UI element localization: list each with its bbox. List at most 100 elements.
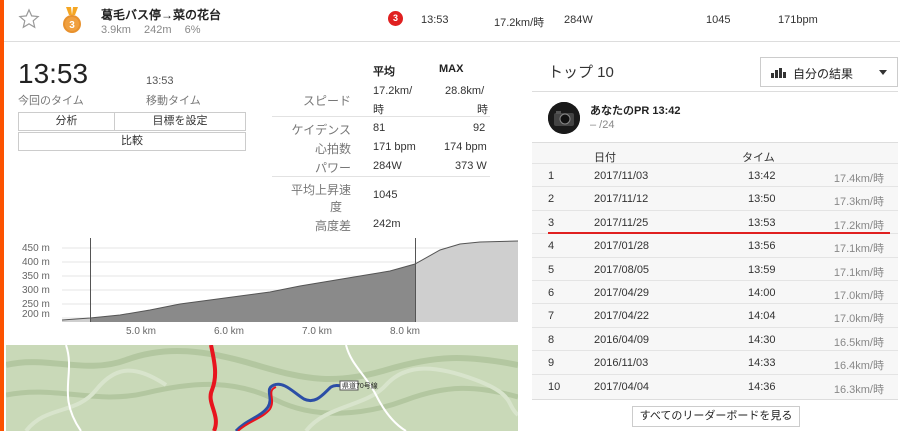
- elevation-chart[interactable]: 450 m 400 m 350 m 300 m 250 m 200 m 5.0 …: [20, 238, 518, 336]
- stat-avg-speed-unit: 時: [373, 104, 384, 116]
- moving-time-label: 移動タイム: [146, 95, 201, 107]
- time-cell: 14:00: [748, 287, 776, 299]
- date-cell: 2016/11/03: [594, 357, 649, 370]
- date-cell: 2017/04/04: [594, 380, 650, 393]
- rank-cell: 5: [548, 263, 555, 276]
- speed-cell: 17.1km/時: [833, 243, 884, 256]
- time-cell: 14:33: [748, 357, 776, 370]
- date-cell: 2017/01/28: [594, 240, 650, 253]
- medal-icon: 3: [63, 7, 81, 33]
- table-row[interactable]: 1 2017/11/03 13:42 17.4km/時: [532, 163, 898, 187]
- segment-name[interactable]: 葛毛バス停→菜の花台: [101, 6, 221, 23]
- stat-max-speed: 28.8km/: [445, 85, 485, 97]
- pr-rank: – /24: [590, 119, 615, 131]
- date-cell: 2016/04/09: [594, 333, 650, 346]
- stat-label-heartrate: 心拍数: [314, 142, 351, 156]
- x-tick: 8.0 km: [390, 326, 420, 336]
- date-cell: 2017/04/29: [594, 287, 650, 299]
- stat-avg-elevation: 242m: [373, 218, 401, 230]
- time-cell: 13:53: [748, 216, 776, 229]
- leaderboard-footer: すべてのリーダーボードを見る: [532, 399, 898, 431]
- rank-cell: 10: [548, 380, 561, 393]
- stat-avg-speed: 17.2km/: [373, 85, 413, 97]
- speed-cell: 16.3km/時: [833, 383, 884, 396]
- segment-row[interactable]: 3 葛毛バス停→菜の花台 3.9km 242m 6% 3 13:53 17.2k…: [4, 0, 900, 42]
- pr-title: あなたのPR 13:42: [590, 105, 681, 117]
- accent-bar: [0, 0, 4, 431]
- time-cell: 13:42: [748, 170, 776, 182]
- date-cell: 2017/11/03: [594, 170, 649, 182]
- table-row[interactable]: 3 2017/11/25 13:53 17.2km/時: [532, 209, 898, 234]
- stat-label-vam-2: 度: [329, 200, 342, 214]
- time-cell: 14:04: [748, 310, 776, 323]
- stats-head-max: MAX: [439, 63, 464, 75]
- stat-label-elevation: 高度差: [314, 219, 351, 233]
- time-cell: 13:59: [748, 263, 776, 276]
- star-icon[interactable]: [18, 8, 40, 30]
- rank-cell: 3: [548, 216, 555, 229]
- moving-time: 13:53: [146, 75, 174, 87]
- stat-label-cadence: ケイデンス: [291, 123, 351, 137]
- table-row[interactable]: 10 2017/04/04 14:36 16.3km/時: [532, 373, 898, 398]
- rank-cell: 6: [548, 287, 555, 299]
- chevron-down-icon: [879, 70, 887, 75]
- stat-max-heartrate: 174 bpm: [444, 141, 487, 153]
- leaderboard-filter-select[interactable]: 自分の結果: [760, 57, 898, 87]
- bar-chart-icon: [771, 68, 786, 78]
- personal-record: あなたのPR 13:42 – /24: [532, 91, 898, 143]
- segment-vam: 1045: [706, 14, 731, 26]
- time-cell: 14:36: [748, 380, 776, 393]
- stat-avg-heartrate: 171 bpm: [373, 141, 416, 153]
- stats-head-avg: 平均: [373, 66, 395, 78]
- segment-power: 284W: [564, 14, 593, 26]
- rank-cell: 8: [548, 333, 555, 346]
- table-row[interactable]: 7 2017/04/22 14:04 17.0km/時: [532, 303, 898, 327]
- table-row[interactable]: 2 2017/11/12 13:50 17.3km/時: [532, 186, 898, 210]
- time-cell: 13:56: [748, 240, 776, 253]
- y-tick: 350 m: [22, 271, 50, 282]
- effort-time: 13:53: [18, 58, 89, 89]
- y-tick: 400 m: [22, 257, 50, 268]
- set-goal-button[interactable]: 目標を設定: [114, 112, 246, 131]
- segment-speed: 17.2km/時: [494, 17, 545, 29]
- compare-button[interactable]: 比較: [18, 132, 246, 151]
- date-cell: 2017/11/12: [594, 193, 649, 206]
- rank-cell: 7: [548, 310, 555, 323]
- view-all-leaderboards-button[interactable]: すべてのリーダーボードを見る: [632, 406, 800, 427]
- x-tick: 5.0 km: [126, 326, 156, 336]
- speed-cell: 16.5km/時: [833, 336, 884, 349]
- speed-cell: 17.2km/時: [833, 219, 884, 232]
- stat-label-speed: スピード: [302, 94, 351, 108]
- speed-cell: 17.4km/時: [833, 173, 884, 185]
- avatar[interactable]: [548, 102, 580, 134]
- stat-label-vam: 平均上昇速: [290, 183, 351, 197]
- date-cell: 2017/08/05: [594, 263, 650, 276]
- rank-cell: 4: [548, 240, 555, 253]
- speed-cell: 17.1km/時: [833, 266, 884, 279]
- rank-cell: 9: [548, 357, 555, 370]
- time-cell: 13:50: [748, 193, 776, 206]
- route-map[interactable]: 県道70号線: [6, 345, 518, 431]
- stat-avg-power: 284W: [373, 160, 402, 172]
- y-tick: 450 m: [22, 243, 50, 254]
- speed-cell: 17.0km/時: [833, 290, 884, 302]
- table-row[interactable]: 9 2016/11/03 14:33 16.4km/時: [532, 350, 898, 374]
- analysis-button[interactable]: 分析: [18, 112, 115, 131]
- segment-grade: 6%: [184, 24, 201, 36]
- table-row[interactable]: 8 2016/04/09 14:30 16.5km/時: [532, 326, 898, 351]
- stat-max-cadence: 92: [473, 122, 486, 134]
- rank-cell: 1: [548, 170, 555, 182]
- map-label: 県道70号線: [342, 381, 378, 390]
- stat-avg-cadence: 81: [373, 122, 386, 134]
- segment-elevation: 242m: [144, 24, 172, 36]
- segment-meta: 3.9km 242m 6%: [101, 24, 211, 36]
- table-row[interactable]: 5 2017/08/05 13:59 17.1km/時: [532, 256, 898, 281]
- effort-time-label: 今回のタイム: [18, 95, 84, 107]
- y-tick: 300 m: [22, 285, 50, 296]
- speed-cell: 17.0km/時: [833, 313, 884, 326]
- speed-cell: 17.3km/時: [833, 196, 884, 209]
- y-tick: 200 m: [22, 309, 50, 320]
- current-effort-highlight: [548, 232, 890, 234]
- table-row[interactable]: 4 2017/01/28 13:56 17.1km/時: [532, 233, 898, 257]
- table-row[interactable]: 6 2017/04/29 14:00 17.0km/時: [532, 280, 898, 304]
